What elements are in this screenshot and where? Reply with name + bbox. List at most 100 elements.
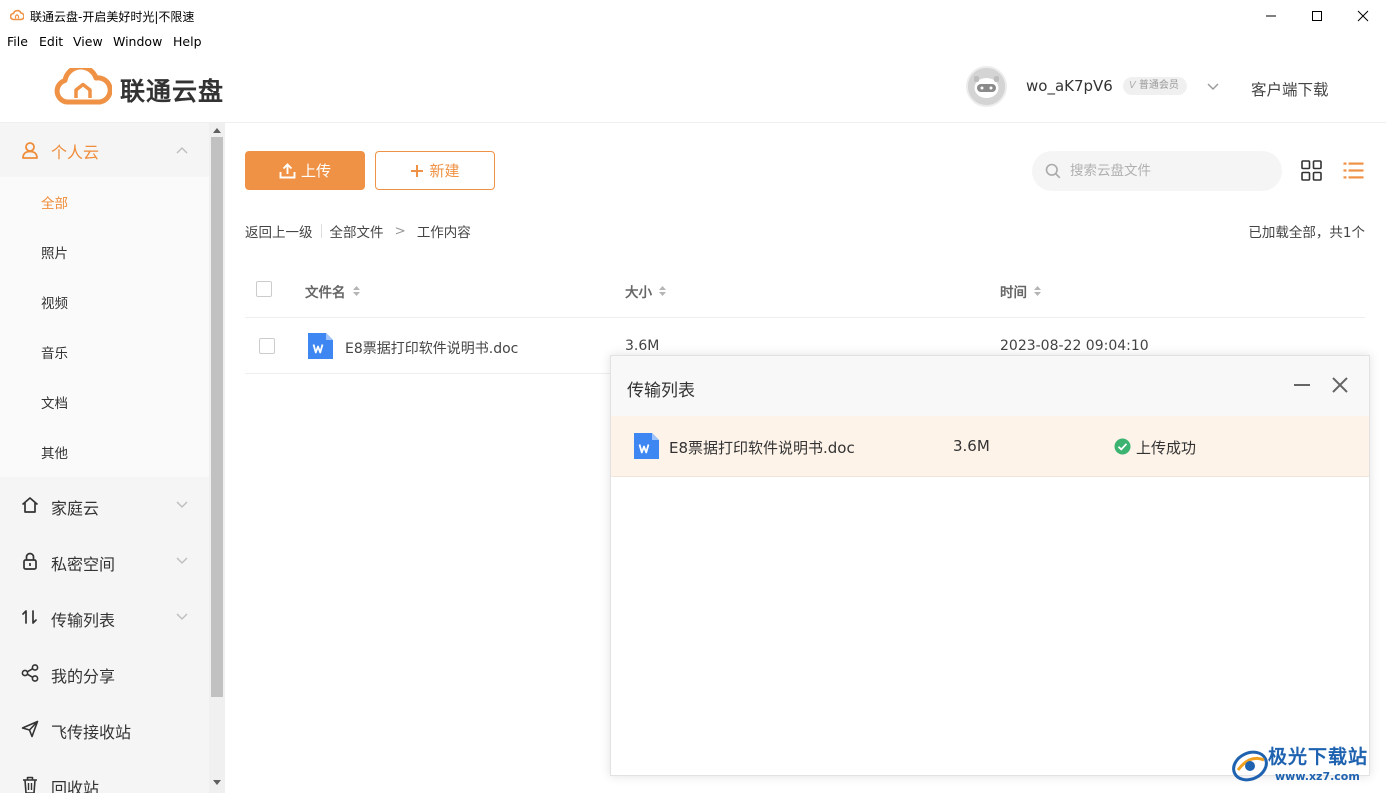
- column-header-size[interactable]: 大小: [625, 281, 667, 301]
- menu-window[interactable]: Window: [113, 34, 162, 49]
- chevron-down-icon: [176, 501, 188, 508]
- avatar[interactable]: [966, 66, 1007, 107]
- new-button-label: 新建: [429, 162, 460, 180]
- maximize-icon: [1312, 10, 1322, 21]
- menu-bar: File Edit View Window Help: [0, 31, 1386, 53]
- column-header-time[interactable]: 时间: [1000, 281, 1042, 301]
- minimize-button[interactable]: [1248, 0, 1294, 31]
- row-checkbox[interactable]: [259, 338, 275, 354]
- list-view-icon[interactable]: [1343, 161, 1364, 180]
- window-title: 联通云盘-开启美好时光|不限速: [30, 10, 195, 24]
- minimize-icon[interactable]: [1293, 376, 1311, 394]
- close-icon: [1357, 10, 1369, 21]
- breadcrumb-divider: [320, 224, 322, 238]
- sidebar-item-label: 我的分享: [51, 667, 116, 686]
- chevron-up-icon: [176, 147, 188, 154]
- grid-view-icon[interactable]: [1301, 160, 1322, 181]
- scroll-up-icon[interactable]: [212, 127, 222, 134]
- sidebar-item-fly-transfer[interactable]: 飞传接收站: [0, 702, 209, 758]
- app-cloud-icon: [10, 9, 24, 21]
- sidebar-item-label: 传输列表: [51, 611, 116, 630]
- lock-icon: [23, 552, 37, 570]
- menu-help[interactable]: Help: [173, 34, 202, 49]
- sidebar-item-recycle-bin[interactable]: 回收站: [0, 758, 209, 793]
- username[interactable]: wo_aK7pV6: [1026, 77, 1113, 95]
- transfer-item-name: E8票据打印软件说明书.doc: [669, 439, 855, 457]
- minimize-icon: [1266, 15, 1276, 16]
- sidebar-subitem-label: 视频: [41, 296, 68, 312]
- share-icon: [21, 664, 39, 682]
- search-input[interactable]: [1070, 159, 1270, 183]
- column-header-label: 大小: [625, 285, 652, 301]
- check-circle-icon: [1114, 438, 1131, 455]
- scroll-down-icon[interactable]: [212, 779, 222, 786]
- member-v-icon: V: [1129, 80, 1136, 91]
- sort-icon: [1034, 286, 1041, 296]
- sort-icon: [352, 286, 360, 296]
- maximize-button[interactable]: [1294, 0, 1340, 31]
- watermark-url: www.xz7.com: [1275, 770, 1360, 783]
- new-button[interactable]: 新建: [375, 151, 495, 190]
- file-table-header: 文件名 大小 时间: [245, 263, 1365, 318]
- upload-button[interactable]: 上传: [245, 151, 365, 190]
- column-header-label: 文件名: [305, 285, 346, 301]
- app-header: 联通云盘 wo_aK7pV6 V 普通会员 客户端下载: [0, 53, 1386, 123]
- sidebar-item-label: 个人云: [51, 143, 100, 162]
- watermark-text: 极光下载站: [1268, 746, 1369, 768]
- avatar-robot-icon: [968, 68, 1005, 105]
- sidebar: 个人云 全部 照片 视频 音乐 文档 其他 家庭云 私密空间 传输列表 我的分享…: [0, 123, 225, 793]
- breadcrumb-root[interactable]: 全部文件: [330, 221, 384, 241]
- sidebar-subitem-photos[interactable]: 照片: [0, 227, 209, 277]
- select-all-checkbox[interactable]: [256, 281, 272, 297]
- menu-edit[interactable]: Edit: [39, 34, 63, 49]
- user-icon: [22, 142, 38, 159]
- send-icon: [21, 720, 39, 738]
- transfer-panel-header: 传输列表: [611, 356, 1369, 416]
- menu-file[interactable]: File: [7, 34, 28, 49]
- search-icon: [1045, 163, 1061, 179]
- transfer-item-size: 3.6M: [953, 437, 990, 455]
- client-download-link[interactable]: 客户端下载: [1251, 78, 1329, 100]
- close-icon[interactable]: [1331, 376, 1349, 394]
- trash-icon: [23, 776, 37, 793]
- transfer-panel-title: 传输列表: [627, 381, 695, 401]
- close-window-button[interactable]: [1340, 0, 1386, 31]
- sidebar-item-label: 家庭云: [51, 499, 100, 518]
- column-header-name[interactable]: 文件名: [305, 281, 361, 301]
- sidebar-item-family-cloud[interactable]: 家庭云: [0, 478, 209, 534]
- breadcrumb: 返回上一级 全部文件 > 工作内容: [245, 221, 471, 241]
- sidebar-item-personal-cloud[interactable]: 个人云: [0, 123, 209, 177]
- upload-icon: [279, 162, 296, 178]
- sidebar-item-my-shares[interactable]: 我的分享: [0, 646, 209, 702]
- sidebar-item-private-space[interactable]: 私密空间: [0, 534, 209, 590]
- plus-icon: [411, 164, 424, 177]
- sidebar-subitem-other[interactable]: 其他: [0, 427, 209, 477]
- breadcrumb-separator: >: [394, 223, 406, 239]
- breadcrumb-back[interactable]: 返回上一级: [245, 221, 313, 241]
- sidebar-subitem-music[interactable]: 音乐: [0, 327, 209, 377]
- word-doc-icon: [308, 333, 333, 359]
- loaded-count-info: 已加载全部，共1个: [1248, 225, 1365, 241]
- member-badge-label: 普通会员: [1138, 80, 1179, 91]
- transfer-item[interactable]: E8票据打印软件说明书.doc 3.6M 上传成功: [611, 416, 1369, 477]
- breadcrumb-current: 工作内容: [416, 225, 471, 241]
- sidebar-item-label: 私密空间: [51, 555, 116, 574]
- sidebar-subitem-label: 文档: [41, 396, 68, 412]
- sidebar-subitem-label: 全部: [41, 196, 68, 212]
- sidebar-item-transfer-list[interactable]: 传输列表: [0, 590, 209, 646]
- file-name[interactable]: E8票据打印软件说明书.doc: [345, 338, 518, 358]
- sidebar-item-label: 飞传接收站: [51, 723, 132, 742]
- sidebar-scrollbar-thumb[interactable]: [211, 137, 223, 697]
- menu-view[interactable]: View: [73, 34, 103, 49]
- file-size: 3.6M: [625, 338, 660, 354]
- sidebar-subitem-videos[interactable]: 视频: [0, 277, 209, 327]
- member-badge: V 普通会员: [1123, 77, 1187, 95]
- sidebar-subitem-label: 其他: [41, 446, 68, 462]
- sidebar-subitem-documents[interactable]: 文档: [0, 377, 209, 427]
- search-box: [1032, 151, 1282, 191]
- chevron-down-icon[interactable]: [1206, 81, 1220, 91]
- sidebar-subitem-all[interactable]: 全部: [0, 177, 209, 227]
- sidebar-item-label: 回收站: [51, 779, 100, 793]
- transfer-item-status: 上传成功: [1136, 439, 1197, 457]
- home-icon: [21, 497, 39, 513]
